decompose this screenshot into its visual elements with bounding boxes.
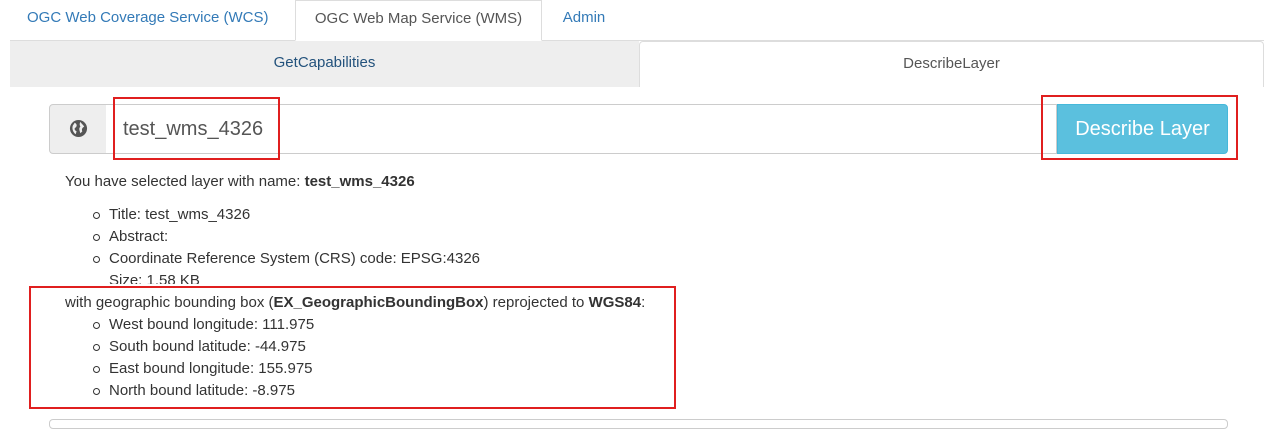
selected-layer-text: You have selected layer with name: test_…: [65, 173, 415, 191]
list-item: Title: test_wms_4326: [92, 206, 480, 228]
bbox-name: EX_GeographicBoundingBox: [273, 294, 484, 311]
list-item: Size: 1.58 KB: [109, 272, 480, 284]
selected-layer-name: test_wms_4326: [304, 173, 415, 190]
list-item: West bound longitude: 111.975: [92, 316, 314, 338]
list-item: South bound latitude: -44.975: [92, 338, 314, 360]
bbox-suffix: :: [641, 294, 646, 311]
tab-wcs[interactable]: OGC Web Coverage Service (WCS): [10, 0, 295, 40]
layer-properties-list: Title: test_wms_4326 Abstract: Coordinat…: [92, 206, 480, 284]
bounding-box-list: West bound longitude: 111.975 South boun…: [92, 316, 314, 404]
bbox-middle: ) reprojected to: [483, 294, 589, 311]
list-item: Coordinate Reference System (CRS) code: …: [92, 250, 480, 272]
bounding-box-text: with geographic bounding box (EX_Geograp…: [65, 294, 646, 312]
globe-icon: [69, 119, 88, 138]
tab-getcapabilities[interactable]: GetCapabilities: [10, 41, 639, 87]
result-panel: [49, 419, 1228, 429]
service-tabs: OGC Web Coverage Service (WCS) OGC Web M…: [10, 0, 1264, 41]
wms-operation-tabs: GetCapabilities DescribeLayer: [10, 41, 1264, 87]
tab-describelayer[interactable]: DescribeLayer: [639, 41, 1264, 87]
describe-layer-button[interactable]: Describe Layer: [1057, 104, 1228, 154]
bbox-prefix: with geographic bounding box (: [65, 294, 274, 311]
bbox-crs: WGS84: [588, 294, 642, 311]
list-item: North bound latitude: -8.975: [92, 382, 314, 404]
selected-layer-prefix: You have selected layer with name:: [65, 173, 305, 190]
input-addon: [49, 104, 107, 154]
layer-name-input[interactable]: [106, 104, 1057, 154]
tab-admin[interactable]: Admin: [542, 0, 626, 40]
list-item: Abstract:: [92, 228, 480, 250]
tab-wms[interactable]: OGC Web Map Service (WMS): [295, 0, 542, 41]
list-item: East bound longitude: 155.975: [92, 360, 314, 382]
